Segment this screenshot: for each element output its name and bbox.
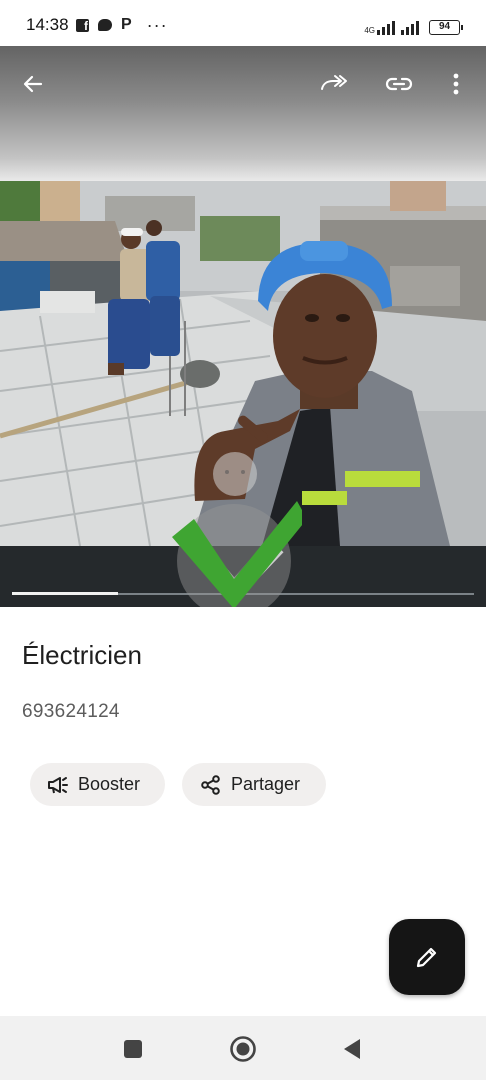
post-title: Électricien <box>22 640 142 670</box>
more-options-button[interactable] <box>440 68 472 100</box>
system-navigation-bar <box>0 1016 486 1080</box>
recents-square-icon <box>124 1040 142 1058</box>
boost-label: Booster <box>78 774 141 794</box>
share-label: Partager <box>231 774 301 794</box>
copy-link-button[interactable] <box>383 68 415 100</box>
check-watermark-icon <box>172 452 302 607</box>
media-viewer[interactable] <box>0 46 486 607</box>
home-circle-icon <box>230 1036 256 1062</box>
link-icon <box>385 77 413 91</box>
facebook-icon: f <box>76 18 89 33</box>
forward-icon <box>321 75 347 90</box>
share-icon <box>200 774 222 796</box>
network-type: 4G <box>364 26 375 35</box>
share-button[interactable]: Partager <box>182 763 326 806</box>
post-phone: 693624124 <box>22 701 120 722</box>
signal-icon-2 <box>401 20 419 35</box>
notification-icons: f P ··· <box>76 15 168 35</box>
edit-fab-button[interactable] <box>389 919 465 995</box>
p-icon: P <box>121 16 132 33</box>
battery-icon: 94 <box>429 20 463 35</box>
signal-icon <box>377 20 395 35</box>
recents-button[interactable] <box>119 1035 147 1063</box>
boost-button[interactable]: Booster <box>30 763 165 806</box>
more-notifications-icon: ··· <box>146 15 168 35</box>
edit-pencil-icon <box>416 947 437 968</box>
back-button[interactable] <box>17 68 49 100</box>
system-indicators: 4G 94 <box>364 15 463 35</box>
megaphone-icon <box>47 774 69 796</box>
messenger-icon <box>98 19 112 31</box>
more-vert-icon <box>453 73 459 95</box>
back-arrow-icon <box>23 75 43 93</box>
progress-fill <box>12 592 118 595</box>
home-button[interactable] <box>229 1035 257 1063</box>
back-nav-button[interactable] <box>338 1035 366 1063</box>
status-bar: 14:38 f P ··· 4G 94 <box>0 0 486 46</box>
status-time: 14:38 <box>26 15 69 34</box>
forward-button[interactable] <box>318 68 350 100</box>
back-triangle-icon <box>344 1039 360 1059</box>
